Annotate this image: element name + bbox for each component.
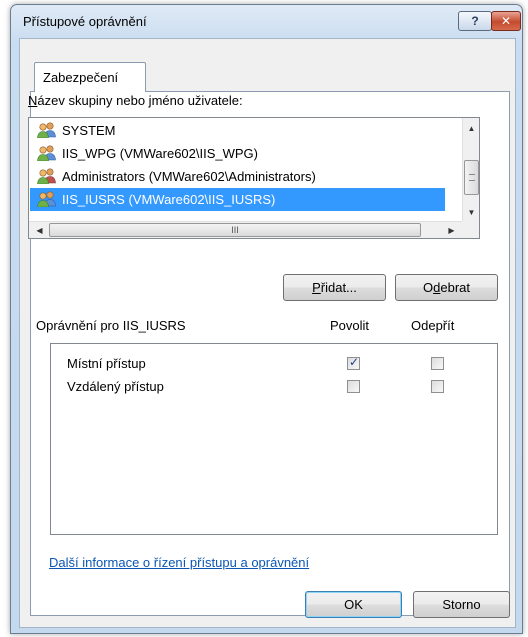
vertical-scrollbar[interactable]: ▲ ▼ — [462, 118, 479, 221]
remove-button-label-start: O — [423, 280, 434, 295]
list-item-system[interactable]: SYSTEM — [30, 119, 445, 142]
permission-label: Vzdálený přístup — [67, 379, 164, 394]
grip-icon — [469, 174, 475, 181]
scroll-down-arrow-icon[interactable]: ▼ — [463, 204, 480, 221]
list-item-iis-wpg[interactable]: IIS_WPG (VMWare602\IIS_WPG) — [30, 142, 445, 165]
permissions-list: Místní přístup ✓ Vzdálený přístup — [50, 343, 498, 535]
tab-security[interactable]: Zabezpečení — [34, 62, 146, 92]
vertical-scroll-thumb[interactable] — [464, 160, 479, 195]
add-button[interactable]: Přidat... — [283, 274, 386, 301]
allow-checkbox-remote[interactable] — [347, 380, 360, 393]
ok-button[interactable]: OK — [305, 591, 402, 618]
scroll-up-arrow-icon[interactable]: ▲ — [463, 120, 480, 137]
remove-button[interactable]: Odebrat — [395, 274, 498, 301]
horizontal-scroll-thumb[interactable]: III — [49, 223, 421, 237]
list-item-iis-iusrs[interactable]: IIS_IUSRS (VMWare602\IIS_IUSRS) — [30, 188, 445, 211]
close-button[interactable]: ✕ — [491, 11, 521, 31]
list-item-label: IIS_IUSRS (VMWare602\IIS_IUSRS) — [62, 192, 276, 207]
scrollbar-corner — [462, 221, 479, 238]
add-button-label: řidat... — [320, 280, 357, 295]
groups-label-mnemonic: N — [28, 93, 38, 108]
users-listbox[interactable]: SYSTEM IIS_WPG (VMWare602\IIS_WPG) Admin… — [28, 117, 480, 239]
scroll-left-arrow-icon[interactable]: ◀ — [31, 222, 48, 239]
user-group-icon — [37, 191, 56, 207]
permissions-title: Oprávnění pro IIS_IUSRS — [36, 318, 186, 333]
help-button[interactable]: ? — [458, 11, 492, 31]
window-title: Přístupové oprávnění — [23, 14, 147, 29]
title-bar[interactable]: Přístupové oprávnění ? ✕ — [11, 5, 522, 37]
remove-button-label-end: ebrat — [440, 280, 470, 295]
list-item-label: SYSTEM — [62, 123, 116, 138]
checkmark-icon: ✓ — [349, 355, 360, 369]
add-button-mnemonic: P — [312, 280, 321, 295]
deny-checkbox-remote[interactable] — [431, 380, 444, 393]
user-group-icon — [37, 168, 56, 184]
column-deny: Odepřít — [411, 318, 455, 333]
horizontal-scrollbar[interactable]: ◀ III ▶ — [29, 221, 462, 238]
list-item-administrators[interactable]: Administrators (VMWare602\Administrators… — [30, 165, 445, 188]
cancel-button[interactable]: Storno — [413, 591, 510, 618]
permission-row-remote: Vzdálený přístup — [51, 376, 497, 398]
user-group-icon — [37, 122, 56, 138]
permission-label: Místní přístup — [67, 356, 146, 371]
more-info-link[interactable]: Další informace o řízení přístupu a oprá… — [49, 555, 309, 570]
column-allow: Povolit — [330, 318, 370, 333]
scroll-right-arrow-icon[interactable]: ▶ — [443, 222, 460, 239]
groups-label: Název skupiny nebo jméno uživatele: — [28, 93, 243, 108]
list-item-label: IIS_WPG (VMWare602\IIS_WPG) — [62, 146, 259, 161]
user-group-icon — [37, 145, 56, 161]
permission-row-local: Místní přístup ✓ — [51, 353, 497, 375]
groups-label-rest: ázev skupiny nebo jméno uživatele: — [37, 93, 243, 108]
deny-checkbox-local[interactable] — [431, 357, 444, 370]
users-list: SYSTEM IIS_WPG (VMWare602\IIS_WPG) Admin… — [30, 119, 445, 211]
list-item-label: Administrators (VMWare602\Administrators… — [62, 169, 316, 184]
allow-checkbox-local[interactable]: ✓ — [347, 355, 360, 370]
